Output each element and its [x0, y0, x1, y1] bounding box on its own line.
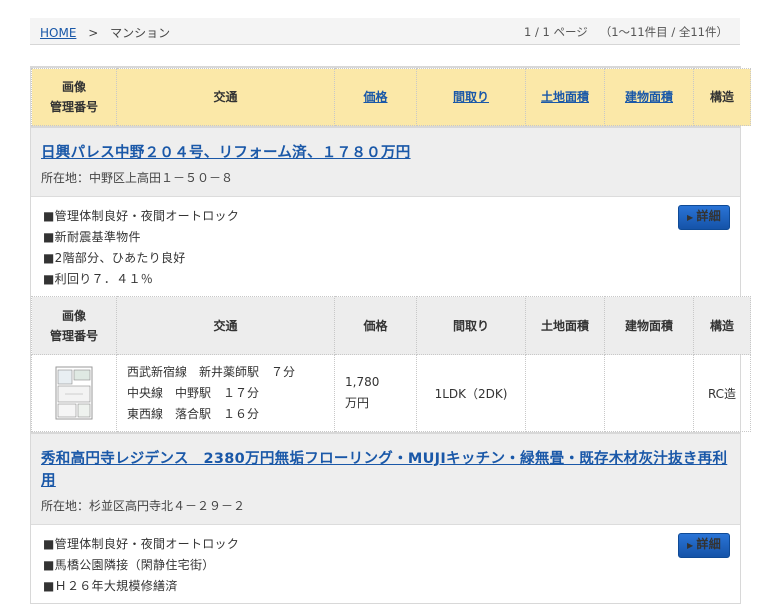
feature-item: ■新耐震基準物件 [43, 230, 141, 244]
property-title-link[interactable]: 日興パレス中野２０４号、リフォーム済、１７８０万円 [41, 145, 411, 161]
feature-item: ■Ｈ２６年大規模修繕済 [43, 579, 178, 593]
pager-count: （1～11件目 / 全11件） [599, 25, 728, 39]
breadcrumb: HOME > マンション 1 / 1 ページ （1～11件目 / 全11件） [30, 18, 740, 45]
play-arrow-icon: ▶ [686, 213, 694, 222]
sort-land-area-link[interactable]: 土地面積 [541, 90, 589, 104]
col-image: 画像 管理番号 [31, 68, 117, 126]
pager-page: 1 / 1 ページ [523, 25, 588, 39]
feature-item: ■馬橋公園隣接（閑静住宅街） [43, 558, 215, 572]
property-header: 日興パレス中野２０４号、リフォーム済、１７８０万円 所在地：中野区上高田１－５０… [31, 126, 740, 196]
structure-cell: RC造 [693, 354, 751, 432]
play-arrow-icon: ▶ [686, 541, 694, 550]
feature-item: ■管理体制良好・夜間オートロック [43, 537, 240, 551]
building-area-cell [604, 354, 694, 432]
breadcrumb-home-link[interactable]: HOME [40, 26, 76, 40]
property-features: ■管理体制良好・夜間オートロック ■新耐震基準物件 ■2階部分、ひあたり良好 ■… [31, 196, 740, 296]
floorplan-image[interactable] [55, 366, 93, 420]
sort-layout-link[interactable]: 間取り [453, 90, 489, 104]
price-cell: 1,780 万円 [334, 354, 417, 432]
list-header-row: 画像 管理番号 交通 価格 間取り 土地面積 建物面積 構造 [31, 68, 751, 126]
table-row: 西武新宿線 新井薬師駅 ７分 中央線 中野駅 １７分 東西線 落合駅 １６分 1… [31, 354, 751, 432]
property-address: 所在地：中野区上高田１－５０－８ [41, 171, 234, 185]
feature-item: ■2階部分、ひあたり良好 [43, 251, 186, 265]
pager-info: 1 / 1 ページ （1～11件目 / 全11件） [524, 24, 728, 40]
feature-item: ■利回り７．４１％ [43, 272, 154, 286]
land-area-cell [525, 354, 605, 432]
breadcrumb-separator: > [88, 26, 99, 40]
detail-header-row: 画像 管理番号 交通 価格 間取り 土地面積 建物面積 構造 [31, 296, 751, 355]
property-list: 画像 管理番号 交通 価格 間取り 土地面積 建物面積 構造 日興パレス中野２０４… [30, 66, 751, 604]
property-detail-table: 画像 管理番号 交通 価格 間取り 土地面積 建物面積 構造 西武新宿線 新井薬… [31, 296, 751, 432]
col-structure: 構造 [693, 68, 751, 126]
layout-cell: 1LDK（2DK) [416, 354, 526, 432]
breadcrumb-current: マンション [110, 26, 171, 40]
detail-button[interactable]: ▶ 詳細 [678, 205, 730, 230]
traffic-cell: 西武新宿線 新井薬師駅 ７分 中央線 中野駅 １７分 東西線 落合駅 １６分 [116, 354, 335, 432]
col-traffic: 交通 [116, 68, 335, 126]
sort-price-link[interactable]: 価格 [363, 90, 387, 104]
sort-building-area-link[interactable]: 建物面積 [625, 90, 673, 104]
property-header: 秀和高円寺レジデンス 2380万円無垢フローリング・MUJIキッチン・緑無畳・既… [31, 432, 740, 524]
feature-item: ■管理体制良好・夜間オートロック [43, 209, 240, 223]
list-header-table: 画像 管理番号 交通 価格 間取り 土地面積 建物面積 構造 [31, 68, 751, 126]
detail-button[interactable]: ▶ 詳細 [678, 533, 730, 558]
property-address: 所在地：杉並区高円寺北４－２９－２ [41, 499, 246, 513]
property-title-link[interactable]: 秀和高円寺レジデンス 2380万円無垢フローリング・MUJIキッチン・緑無畳・既… [41, 451, 727, 489]
property-features: ■管理体制良好・夜間オートロック ■馬橋公園隣接（閑静住宅街） ■Ｈ２６年大規模… [31, 524, 740, 603]
